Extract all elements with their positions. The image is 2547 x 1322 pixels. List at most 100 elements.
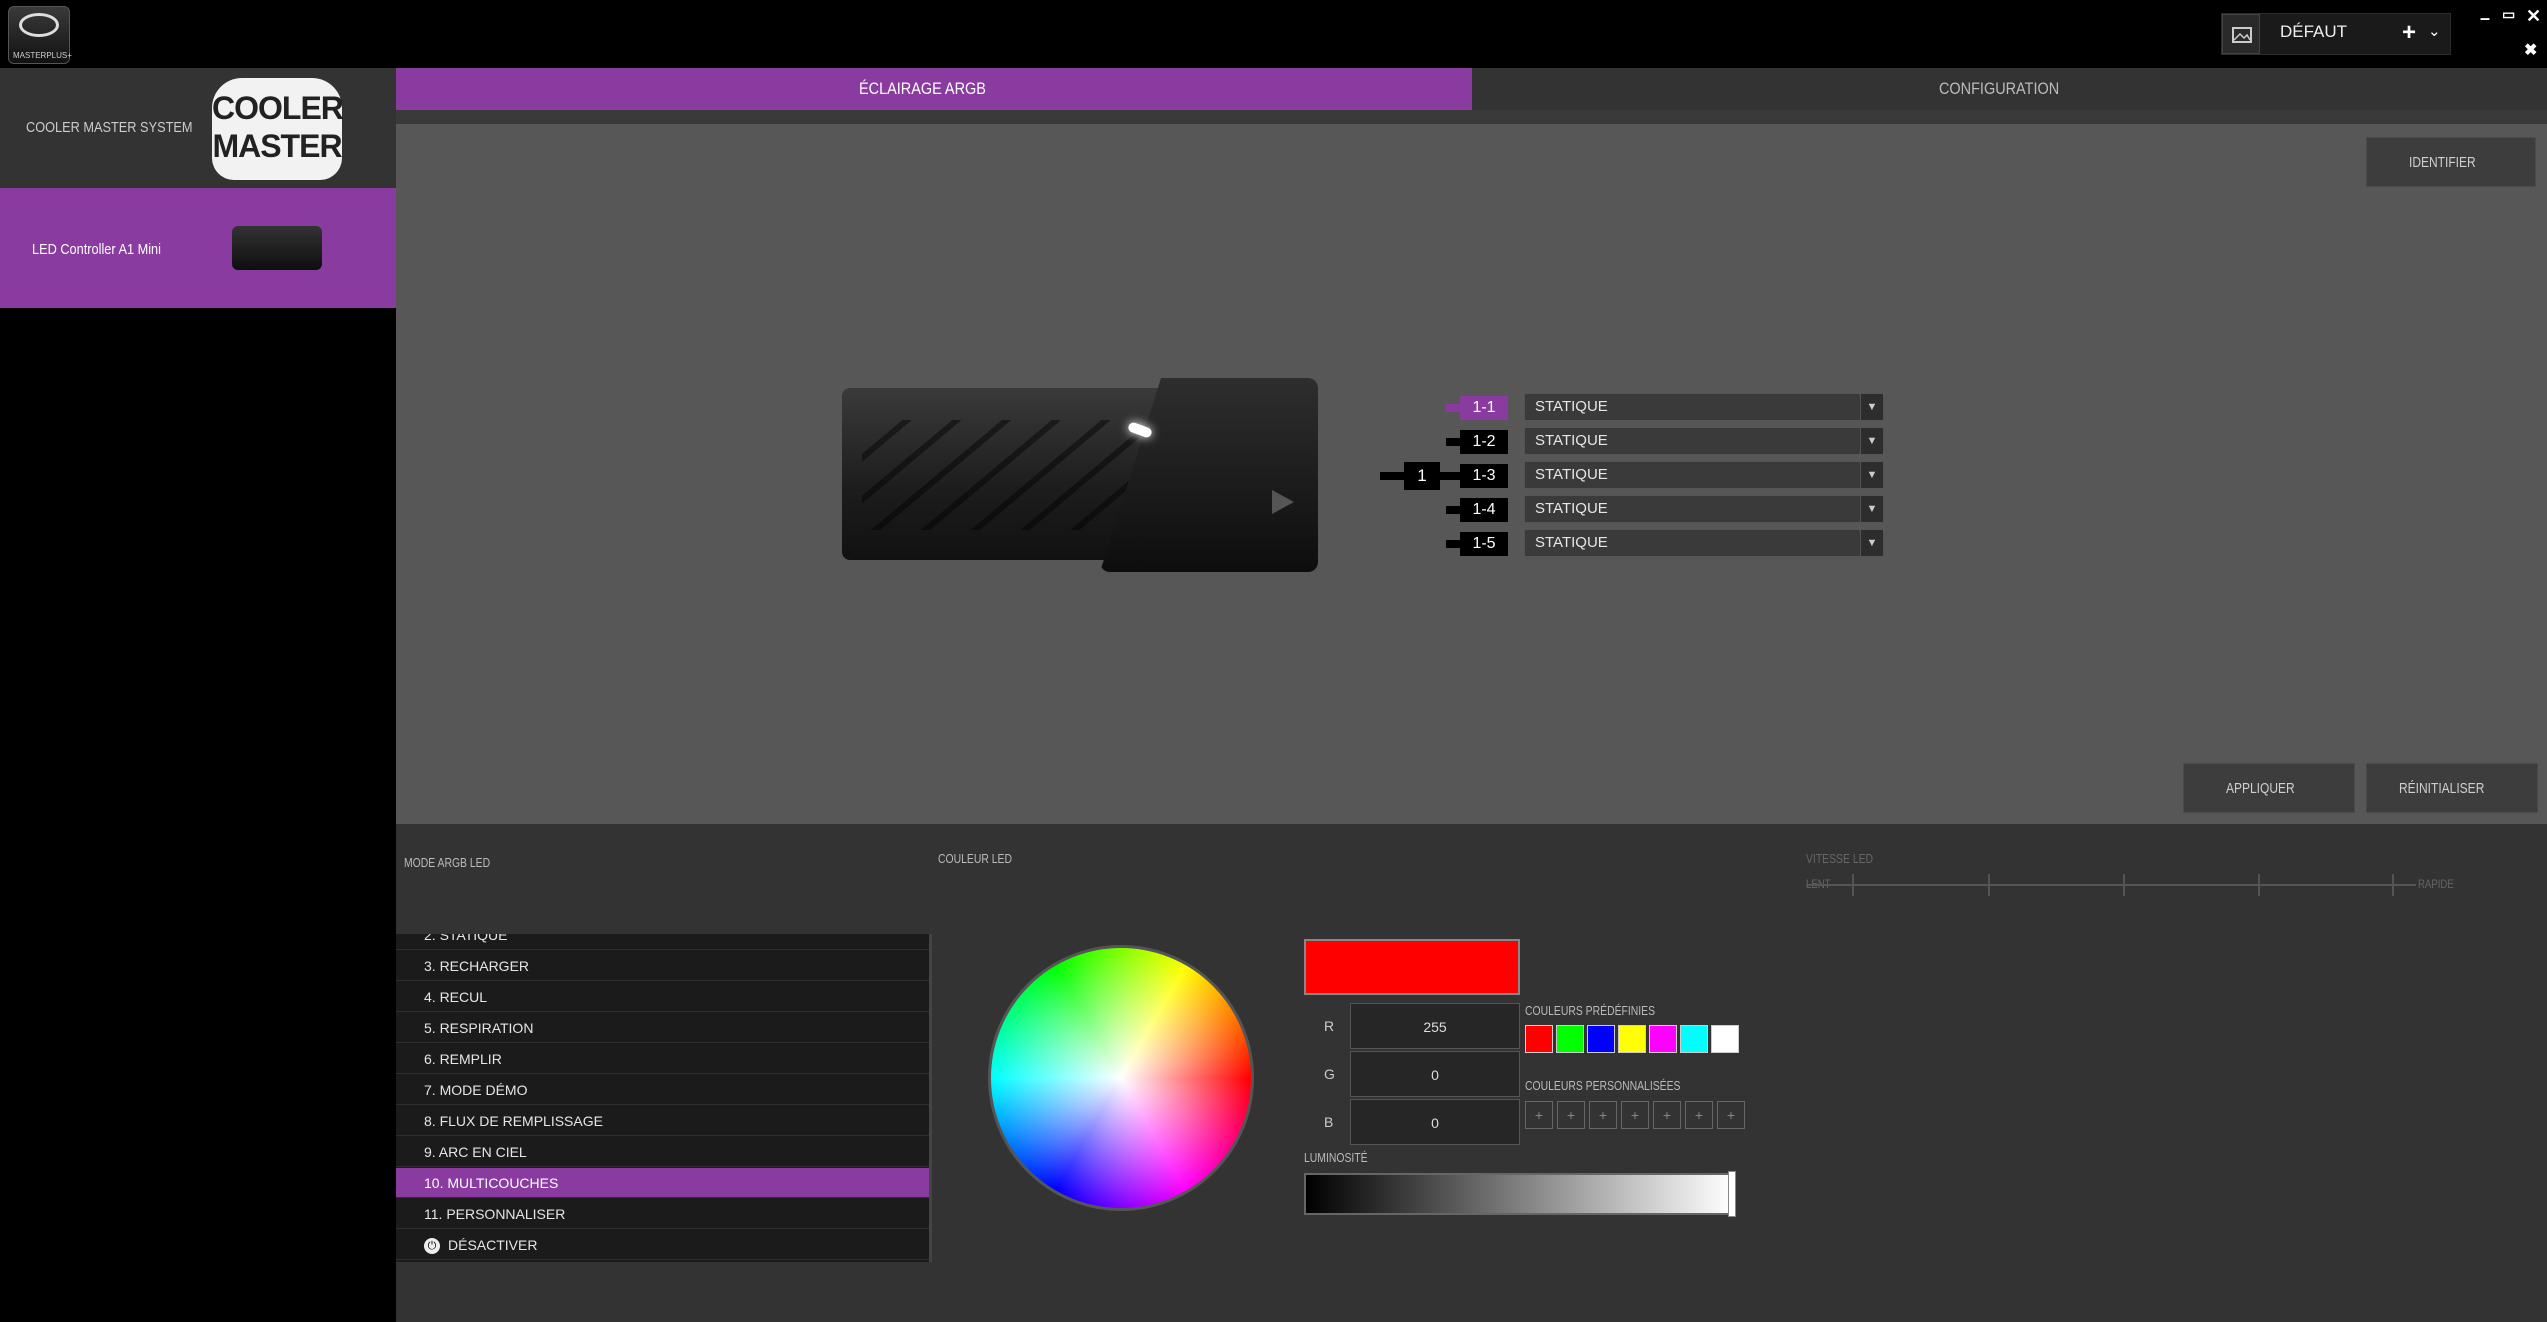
device-image-stripes xyxy=(862,420,1152,530)
mode-item-rainbow[interactable]: 9. ARC EN CIEL xyxy=(396,1137,929,1167)
custom-color-slot[interactable]: + xyxy=(1525,1101,1553,1129)
green-input[interactable]: 0 xyxy=(1350,1051,1520,1097)
mode-item-demo[interactable]: 7. MODE DÉMO xyxy=(396,1075,929,1105)
chevron-down-icon: ▼ xyxy=(1860,428,1883,454)
preset-swatch-blue[interactable] xyxy=(1587,1025,1615,1053)
reset-button[interactable]: RÉINITIALISER xyxy=(2366,763,2538,813)
channel-mode-value: STATIQUE xyxy=(1535,432,1608,449)
custom-colors-title-text: COULEURS PERSONNALISÉES xyxy=(1525,1078,1681,1093)
sidebar-brand-label-text: COOLER MASTER SYSTEM xyxy=(26,119,193,136)
custom-color-slot[interactable]: + xyxy=(1653,1101,1681,1129)
mode-item-recul[interactable]: 4. RECUL xyxy=(396,982,929,1012)
identify-button[interactable]: IDENTIFIER xyxy=(2366,137,2536,187)
channel-tag-1-2[interactable]: 1-2 xyxy=(1460,430,1508,454)
brightness-title-text: LUMINOSITÉ xyxy=(1304,1150,1368,1165)
preset-swatch-cyan[interactable] xyxy=(1680,1025,1708,1053)
custom-color-slot[interactable]: + xyxy=(1685,1101,1713,1129)
profile-image-button[interactable] xyxy=(2222,14,2260,54)
chevron-down-icon[interactable]: ⌄ xyxy=(2428,22,2441,40)
sidebar-brand-label: COOLER MASTER SYSTEM xyxy=(26,119,222,136)
color-wheel[interactable] xyxy=(988,945,1254,1211)
chevron-down-icon: ▼ xyxy=(1860,496,1883,522)
tab-argb-label: ÉCLAIRAGE ARGB xyxy=(859,79,987,98)
mode-item-fill[interactable]: 6. REMPLIR xyxy=(396,1044,929,1074)
channel-connector xyxy=(1446,472,1460,480)
identify-label: IDENTIFIER xyxy=(2409,154,2477,171)
speed-slider-track[interactable] xyxy=(1806,884,2416,886)
tab-argb-lighting[interactable]: ÉCLAIRAGE ARGB xyxy=(396,68,1472,110)
app-logo[interactable]: MASTERPLUS+ xyxy=(8,6,72,64)
preset-swatch-yellow[interactable] xyxy=(1618,1025,1646,1053)
preset-colors-title-text: COULEURS PRÉDÉFINIES xyxy=(1525,1003,1656,1018)
tab-config-label: CONFIGURATION xyxy=(1938,79,2059,98)
channel-mode-select-1-1[interactable]: STATIQUE ▼ xyxy=(1524,393,1884,421)
device-label-text: LED Controller A1 Mini xyxy=(32,241,161,258)
channel-connector xyxy=(1446,540,1460,548)
mode-item-disable[interactable]: ⏻ DÉSACTIVER xyxy=(396,1230,929,1260)
channel-mode-select-1-3[interactable]: STATIQUE ▼ xyxy=(1524,461,1884,489)
custom-color-slot[interactable]: + xyxy=(1557,1101,1585,1129)
app-logo-text: MASTERPLUS+ xyxy=(13,51,72,60)
green-label: G xyxy=(1324,1066,1335,1082)
channel-tag-1-3[interactable]: 1-3 xyxy=(1460,464,1508,488)
power-icon: ⏻ xyxy=(424,1238,440,1255)
device-thumbnail xyxy=(232,226,322,270)
logo-line-2: MASTER xyxy=(212,128,342,164)
tab-configuration[interactable]: CONFIGURATION xyxy=(1472,68,2547,110)
chevron-down-icon: ▼ xyxy=(1860,394,1883,420)
hub-label: 1 xyxy=(1404,462,1440,490)
logo-line-1: COOLER xyxy=(212,90,344,126)
mode-item-multilayer[interactable]: 10. MULTICOUCHES xyxy=(396,1168,929,1198)
preset-swatch-magenta[interactable] xyxy=(1649,1025,1677,1053)
close-button[interactable]: ✕ xyxy=(2526,6,2541,27)
tab-underline xyxy=(396,110,2547,124)
red-input[interactable]: 255 xyxy=(1350,1003,1520,1049)
preset-swatch-white[interactable] xyxy=(1711,1025,1739,1053)
color-section-title: COULEUR LED xyxy=(938,851,1030,866)
channel-connector xyxy=(1446,404,1460,412)
channel-mode-value: STATIQUE xyxy=(1535,500,1608,517)
preset-swatch-red[interactable] xyxy=(1525,1025,1553,1053)
brightness-slider[interactable] xyxy=(1304,1173,1734,1215)
preset-swatch-green[interactable] xyxy=(1556,1025,1584,1053)
mode-section-title-text: MODE ARGB LED xyxy=(404,855,491,870)
chevron-down-icon: ▼ xyxy=(1860,462,1883,488)
image-icon xyxy=(2232,27,2252,43)
speed-tick xyxy=(2123,874,2125,896)
play-arrow-icon xyxy=(1272,490,1294,514)
channel-mode-select-1-5[interactable]: STATIQUE ▼ xyxy=(1524,529,1884,557)
add-profile-button[interactable]: + xyxy=(2402,19,2416,47)
mode-item-custom[interactable]: 11. PERSONNALISER xyxy=(396,1199,929,1229)
pin-icon[interactable]: ✖ xyxy=(2524,40,2537,60)
reset-label: RÉINITIALISER xyxy=(2398,780,2485,797)
channel-tag-1-5[interactable]: 1-5 xyxy=(1460,532,1508,556)
mode-list[interactable]: 2. STATIQUE 3. RECHARGER 4. RECUL 5. RES… xyxy=(396,934,932,1262)
channel-tag-1-4[interactable]: 1-4 xyxy=(1460,498,1508,522)
blue-label: B xyxy=(1324,1114,1334,1130)
current-color-preview xyxy=(1304,939,1520,995)
mode-item-static[interactable]: 2. STATIQUE xyxy=(396,934,929,950)
custom-color-slot[interactable]: + xyxy=(1589,1101,1617,1129)
profile-name: DÉFAUT xyxy=(2280,22,2348,41)
mode-item-breathing[interactable]: 5. RESPIRATION xyxy=(396,1013,929,1043)
mode-item-fill-flow[interactable]: 8. FLUX DE REMPLISSAGE xyxy=(396,1106,929,1136)
minimize-button[interactable]: – xyxy=(2480,8,2490,29)
brightness-title: LUMINOSITÉ xyxy=(1304,1150,1383,1165)
app-logo-icon xyxy=(19,13,59,37)
channel-mode-select-1-4[interactable]: STATIQUE ▼ xyxy=(1524,495,1884,523)
channel-mode-value: STATIQUE xyxy=(1535,534,1608,551)
channel-mode-select-1-2[interactable]: STATIQUE ▼ xyxy=(1524,427,1884,455)
speed-tick xyxy=(2258,874,2260,896)
speed-fast-label-text: RAPIDE xyxy=(2418,877,2454,891)
apply-button[interactable]: APPLIQUER xyxy=(2183,763,2355,813)
channel-tag-1-1[interactable]: 1-1 xyxy=(1460,396,1508,420)
maximize-button[interactable]: ▭ xyxy=(2502,6,2515,23)
custom-color-slot[interactable]: + xyxy=(1621,1101,1649,1129)
mode-item-recharge[interactable]: 3. RECHARGER xyxy=(396,951,929,981)
brightness-slider-handle[interactable] xyxy=(1728,1171,1736,1217)
channel-connector xyxy=(1446,438,1460,446)
custom-color-slot[interactable]: + xyxy=(1717,1101,1745,1129)
blue-input[interactable]: 0 xyxy=(1350,1099,1520,1145)
hub-wire xyxy=(1380,472,1406,480)
color-section-title-text: COULEUR LED xyxy=(938,851,1012,866)
